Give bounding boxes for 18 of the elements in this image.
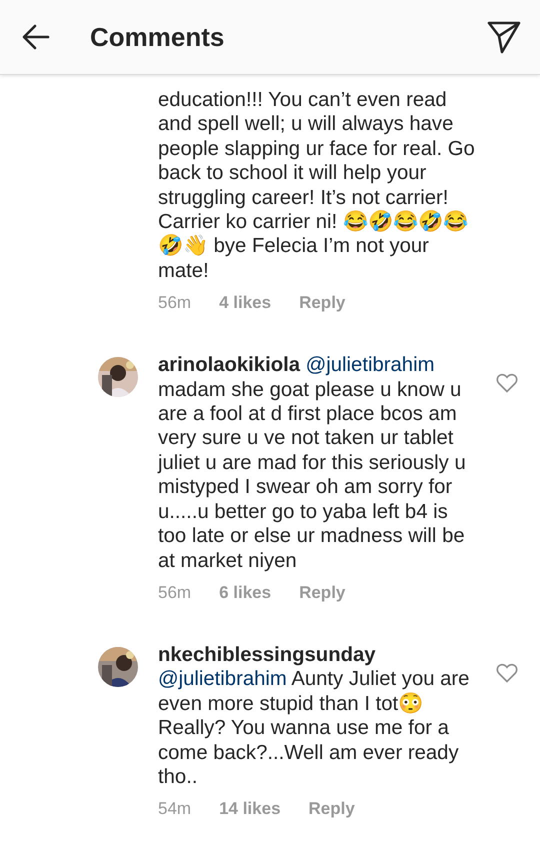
heart-icon[interactable] xyxy=(496,662,518,683)
likes-count[interactable]: 14 likes xyxy=(219,799,281,820)
comment-time: 56m xyxy=(158,293,192,314)
mention-link[interactable]: @julietibrahim xyxy=(306,354,434,376)
likes-count[interactable]: 6 likes xyxy=(219,582,272,603)
send-icon[interactable] xyxy=(486,19,522,55)
comment-text: nkechiblessingsunday @julietibrahim Aunty Juliet you are even more stupid than I tot😳 Really? You wanna use me for a come back?...Well am ever ready tho.. xyxy=(158,642,470,790)
reply-link[interactable]: Reply xyxy=(299,582,346,603)
reply-link[interactable]: Reply xyxy=(308,799,355,820)
heart-icon[interactable] xyxy=(496,373,518,394)
likes-count[interactable]: 4 likes xyxy=(219,293,272,314)
mention-link[interactable]: @julietibrahim xyxy=(158,668,287,690)
reply-link[interactable]: Reply xyxy=(299,293,346,314)
page-title: Comments xyxy=(90,22,226,52)
comment-text: arinolaokikiola @julietibrahim madam she goat please u know u are a fool at d first place bcos am very sure u ve not taken ur tablet juliet u are mad for this seriously u mistyped I swear oh am sorry for u.....u better go to yaba left b4 is too late or else ur madness will be at market niyen xyxy=(158,353,467,573)
comment-time: 54m xyxy=(158,799,192,820)
comment-text: education!!! You can’t even read and spell well; u will always have people slapping ur face for real. Go back to school it will help your struggling career! It’s not carrier! Carrier ko carrier ni! 😂🤣😂🤣😂🤣👋 bye Felecia I’m not your mate! xyxy=(158,88,476,284)
comment-time: 56m xyxy=(158,582,192,603)
